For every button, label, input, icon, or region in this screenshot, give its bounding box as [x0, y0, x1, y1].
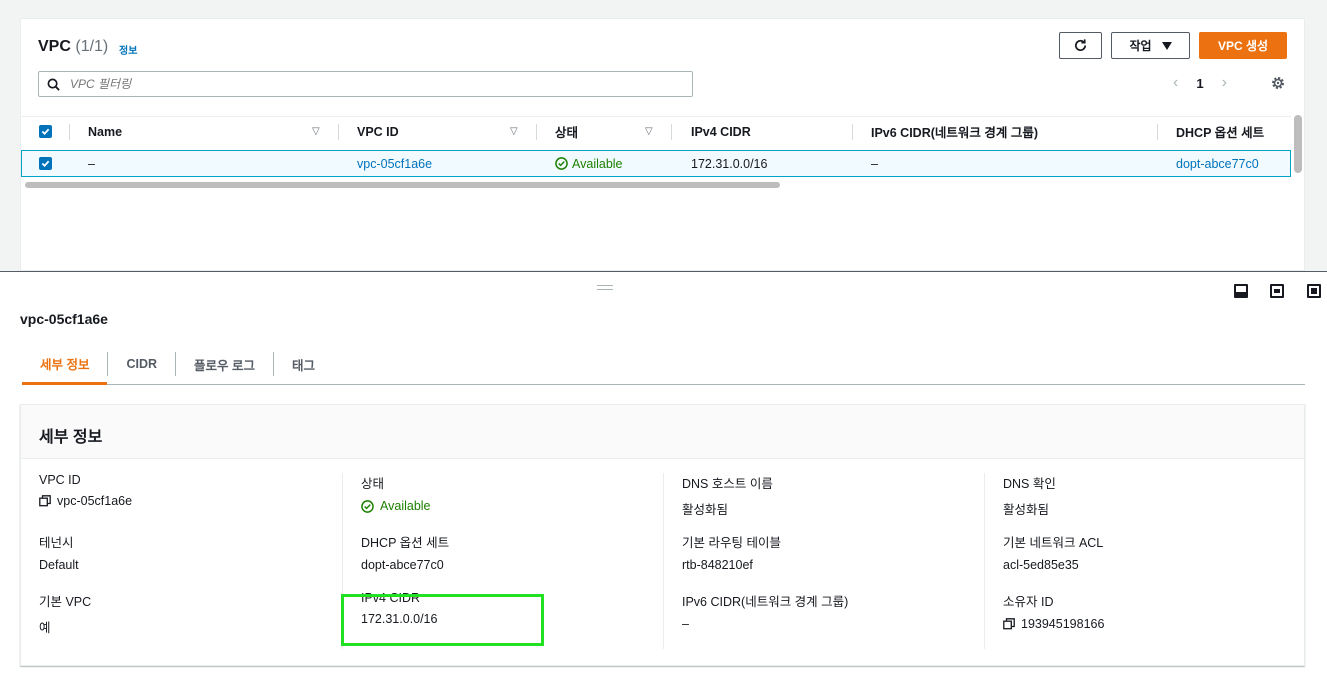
actions-button[interactable]: 작업: [1111, 32, 1190, 59]
field-label: VPC ID: [39, 473, 81, 487]
next-page-icon[interactable]: ›: [1222, 74, 1227, 92]
ipv4-cidr-highlight: [341, 594, 544, 646]
tab-flow-logs[interactable]: 플로우 로그: [176, 344, 273, 384]
sort-icon[interactable]: ▽: [645, 126, 653, 137]
field-label: 소유자 ID: [1003, 595, 1054, 609]
details-column-1: VPC ID vpc-05cf1a6e 테넌시 Default 기본 VPC 예: [39, 473, 339, 650]
field-value: –: [682, 617, 689, 631]
col-header-vpc-id[interactable]: VPC ID: [357, 117, 399, 146]
col-header-ipv6[interactable]: IPv6 CIDR(네트워크 경계 그룹): [871, 117, 1038, 146]
field-value: vpc-05cf1a6e: [57, 494, 133, 508]
row-status: Available: [555, 151, 623, 176]
list-title: VPC (1/1): [38, 38, 109, 55]
row-dhcp-link[interactable]: dopt-abce77c0: [1176, 151, 1259, 176]
details-column-4: DNS 확인 활성화됨 기본 네트워크 ACL acl-5ed85e35 소유자…: [1003, 473, 1303, 650]
status-value: Available: [361, 499, 661, 513]
check-circle-icon: [361, 499, 374, 513]
dhcp-options-link[interactable]: dopt-abce77c0: [361, 558, 661, 572]
create-vpc-button[interactable]: VPC 생성: [1199, 32, 1287, 59]
page-number[interactable]: 1: [1196, 76, 1203, 91]
field-value: 활성화됨: [682, 503, 729, 517]
pagination: ‹ 1 ›: [1173, 74, 1227, 92]
col-header-name[interactable]: Name: [88, 117, 122, 146]
row-checkbox[interactable]: [39, 151, 52, 176]
field-label: 기본 라우팅 테이블: [682, 536, 781, 550]
tab-details[interactable]: 세부 정보: [22, 344, 108, 385]
col-header-dhcp[interactable]: DHCP 옵션 세트: [1176, 117, 1264, 146]
field-value: 활성화됨: [1003, 503, 1050, 517]
refresh-button[interactable]: [1059, 32, 1102, 59]
copy-icon[interactable]: [39, 495, 51, 507]
tab-cidr[interactable]: CIDR: [108, 344, 175, 384]
resize-handle-icon[interactable]: [597, 285, 613, 290]
search-box[interactable]: [38, 71, 693, 97]
table-header: Name ▽ VPC ID ▽ 상태 ▽ IPv4 CIDR IPv6 CIDR…: [22, 116, 1291, 146]
layout-full-icon[interactable]: [1307, 284, 1321, 298]
search-icon: [47, 78, 60, 91]
prev-page-icon[interactable]: ‹: [1173, 74, 1178, 92]
row-vpc-id-link[interactable]: vpc-05cf1a6e: [357, 151, 432, 176]
table-row[interactable]: – vpc-05cf1a6e Available 172.31.0.0/16 –…: [21, 150, 1291, 177]
list-count: (1/1): [75, 38, 109, 55]
horizontal-scrollbar[interactable]: [25, 182, 780, 188]
tab-tags[interactable]: 태그: [274, 344, 333, 384]
field-value: 예: [39, 621, 51, 635]
sort-icon[interactable]: ▽: [510, 126, 518, 137]
row-ipv4: 172.31.0.0/16: [691, 156, 768, 171]
info-link[interactable]: 정보: [119, 42, 137, 57]
layout-bottom-icon[interactable]: [1234, 284, 1248, 298]
actions-label: 작업: [1129, 39, 1152, 53]
gear-icon[interactable]: [1270, 75, 1286, 91]
col-header-status[interactable]: 상태: [555, 117, 578, 146]
field-label: 테넌시: [39, 536, 74, 550]
field-label: DNS 확인: [1003, 477, 1056, 491]
card-title: 세부 정보: [21, 405, 1304, 459]
check-circle-icon: [555, 157, 568, 170]
field-label: DHCP 옵션 세트: [361, 536, 450, 550]
col-header-ipv4[interactable]: IPv4 CIDR: [691, 117, 751, 146]
select-all-checkbox[interactable]: [39, 117, 52, 146]
copy-icon[interactable]: [1003, 618, 1015, 630]
row-ipv6: –: [871, 156, 878, 171]
details-column-3: DNS 호스트 이름 활성화됨 기본 라우팅 테이블 rtb-848210ef …: [682, 473, 982, 650]
vertical-scrollbar[interactable]: [1294, 115, 1302, 173]
vpc-list-panel: VPC (1/1) 정보 작업 VPC 생성 ‹ 1 › Name ▽ VPC …: [20, 18, 1305, 271]
detail-tabs: 세부 정보 CIDR 플로우 로그 태그: [22, 344, 1305, 385]
detail-title: vpc-05cf1a6e: [20, 311, 108, 327]
row-name: –: [88, 156, 95, 171]
layout-side-icon[interactable]: [1270, 284, 1284, 298]
search-input[interactable]: [70, 77, 650, 91]
details-card: 세부 정보 VPC ID vpc-05cf1a6e 테넌시 Default 기본…: [20, 404, 1305, 666]
field-label: DNS 호스트 이름: [682, 477, 773, 491]
refresh-icon: [1075, 39, 1087, 51]
field-value: 193945198166: [1021, 617, 1105, 631]
field-label: 기본 네트워크 ACL: [1003, 536, 1104, 550]
route-table-link[interactable]: rtb-848210ef: [682, 558, 982, 572]
field-label: 상태: [361, 477, 385, 491]
network-acl-link[interactable]: acl-5ed85e35: [1003, 558, 1303, 572]
field-value: Default: [39, 558, 79, 572]
caret-down-icon: [1161, 41, 1172, 50]
sort-icon[interactable]: ▽: [312, 126, 320, 137]
field-label: IPv6 CIDR(네트워크 경계 그룹): [682, 595, 849, 609]
field-label: 기본 VPC: [39, 595, 92, 609]
